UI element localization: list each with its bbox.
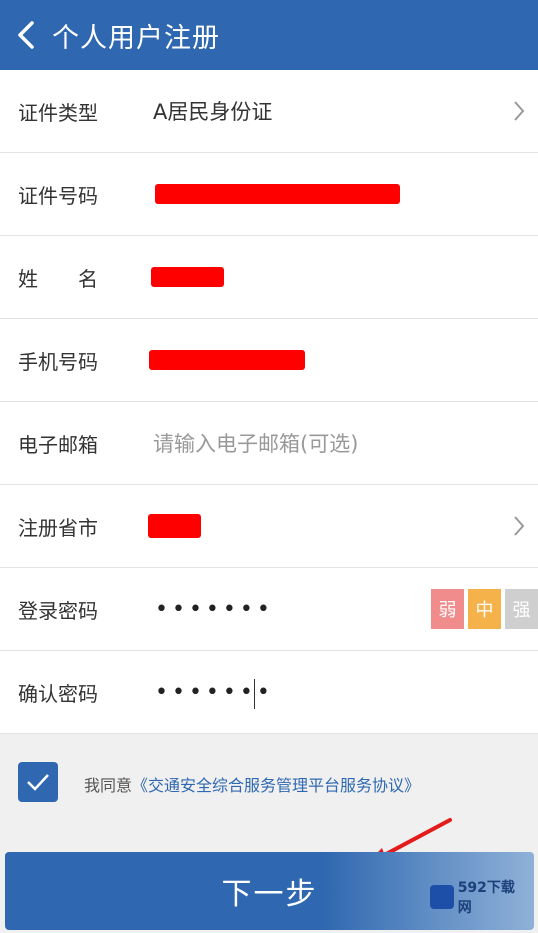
agreement-prefix: 我同意 [84,776,133,795]
region-label: 注册省市 [18,515,98,540]
chevron-right-icon [514,101,525,121]
agree-checkbox[interactable] [18,762,58,802]
strength-strong: 强 [505,589,538,629]
id-number-row[interactable]: 证件号码 [0,153,538,236]
agreement-link[interactable]: 《交通安全综合服务管理平台服务协议》 [132,776,420,795]
agreement-text: 我同意《交通安全综合服务管理平台服务协议》 [84,772,420,796]
app-header: 个人用户注册 [0,0,538,70]
region-redaction [148,514,201,538]
watermark-text: 592下载网 [457,880,515,916]
strength-weak: 弱 [431,589,464,629]
registration-form: 证件类型 A居民身份证 证件号码 姓 名 手机号码 电子邮箱 请输入电子邮箱(可… [0,70,538,734]
name-label: 姓 名 [18,266,98,291]
email-label: 电子邮箱 [18,432,98,457]
strength-medium: 中 [468,589,501,629]
back-button[interactable] [0,0,52,70]
id-type-label: 证件类型 [18,100,98,125]
name-row[interactable]: 姓 名 [0,236,538,319]
region-row[interactable]: 注册省市 [0,485,538,568]
chevron-left-icon [18,21,34,49]
email-input[interactable]: 请输入电子邮箱(可选) [153,428,358,458]
id-number-label: 证件号码 [18,183,98,208]
password-row[interactable]: 登录密码 ••••••• 弱 中 强 [0,568,538,651]
email-row[interactable]: 电子邮箱 请输入电子邮箱(可选) [0,402,538,485]
confirm-password-label: 确认密码 [18,681,98,706]
phone-label: 手机号码 [18,349,98,374]
password-input[interactable]: ••••••• [155,597,274,622]
id-number-redaction [155,184,400,204]
check-icon [27,774,49,791]
text-cursor [254,679,255,709]
confirm-password-input[interactable]: ••••••• [155,680,274,705]
id-type-row[interactable]: 证件类型 A居民身份证 [0,70,538,153]
password-strength: 弱 中 强 [431,589,538,629]
phone-redaction [149,350,305,370]
password-label: 登录密码 [18,598,98,623]
page-title: 个人用户注册 [52,22,220,54]
watermark-icon [430,885,454,909]
confirm-password-row[interactable]: 确认密码 ••••••• [0,651,538,734]
id-type-value: A居民身份证 [153,100,273,124]
watermark-logo: 592下载网 [430,880,528,916]
chevron-right-icon [514,516,525,536]
phone-row[interactable]: 手机号码 [0,319,538,402]
name-redaction [151,267,224,287]
